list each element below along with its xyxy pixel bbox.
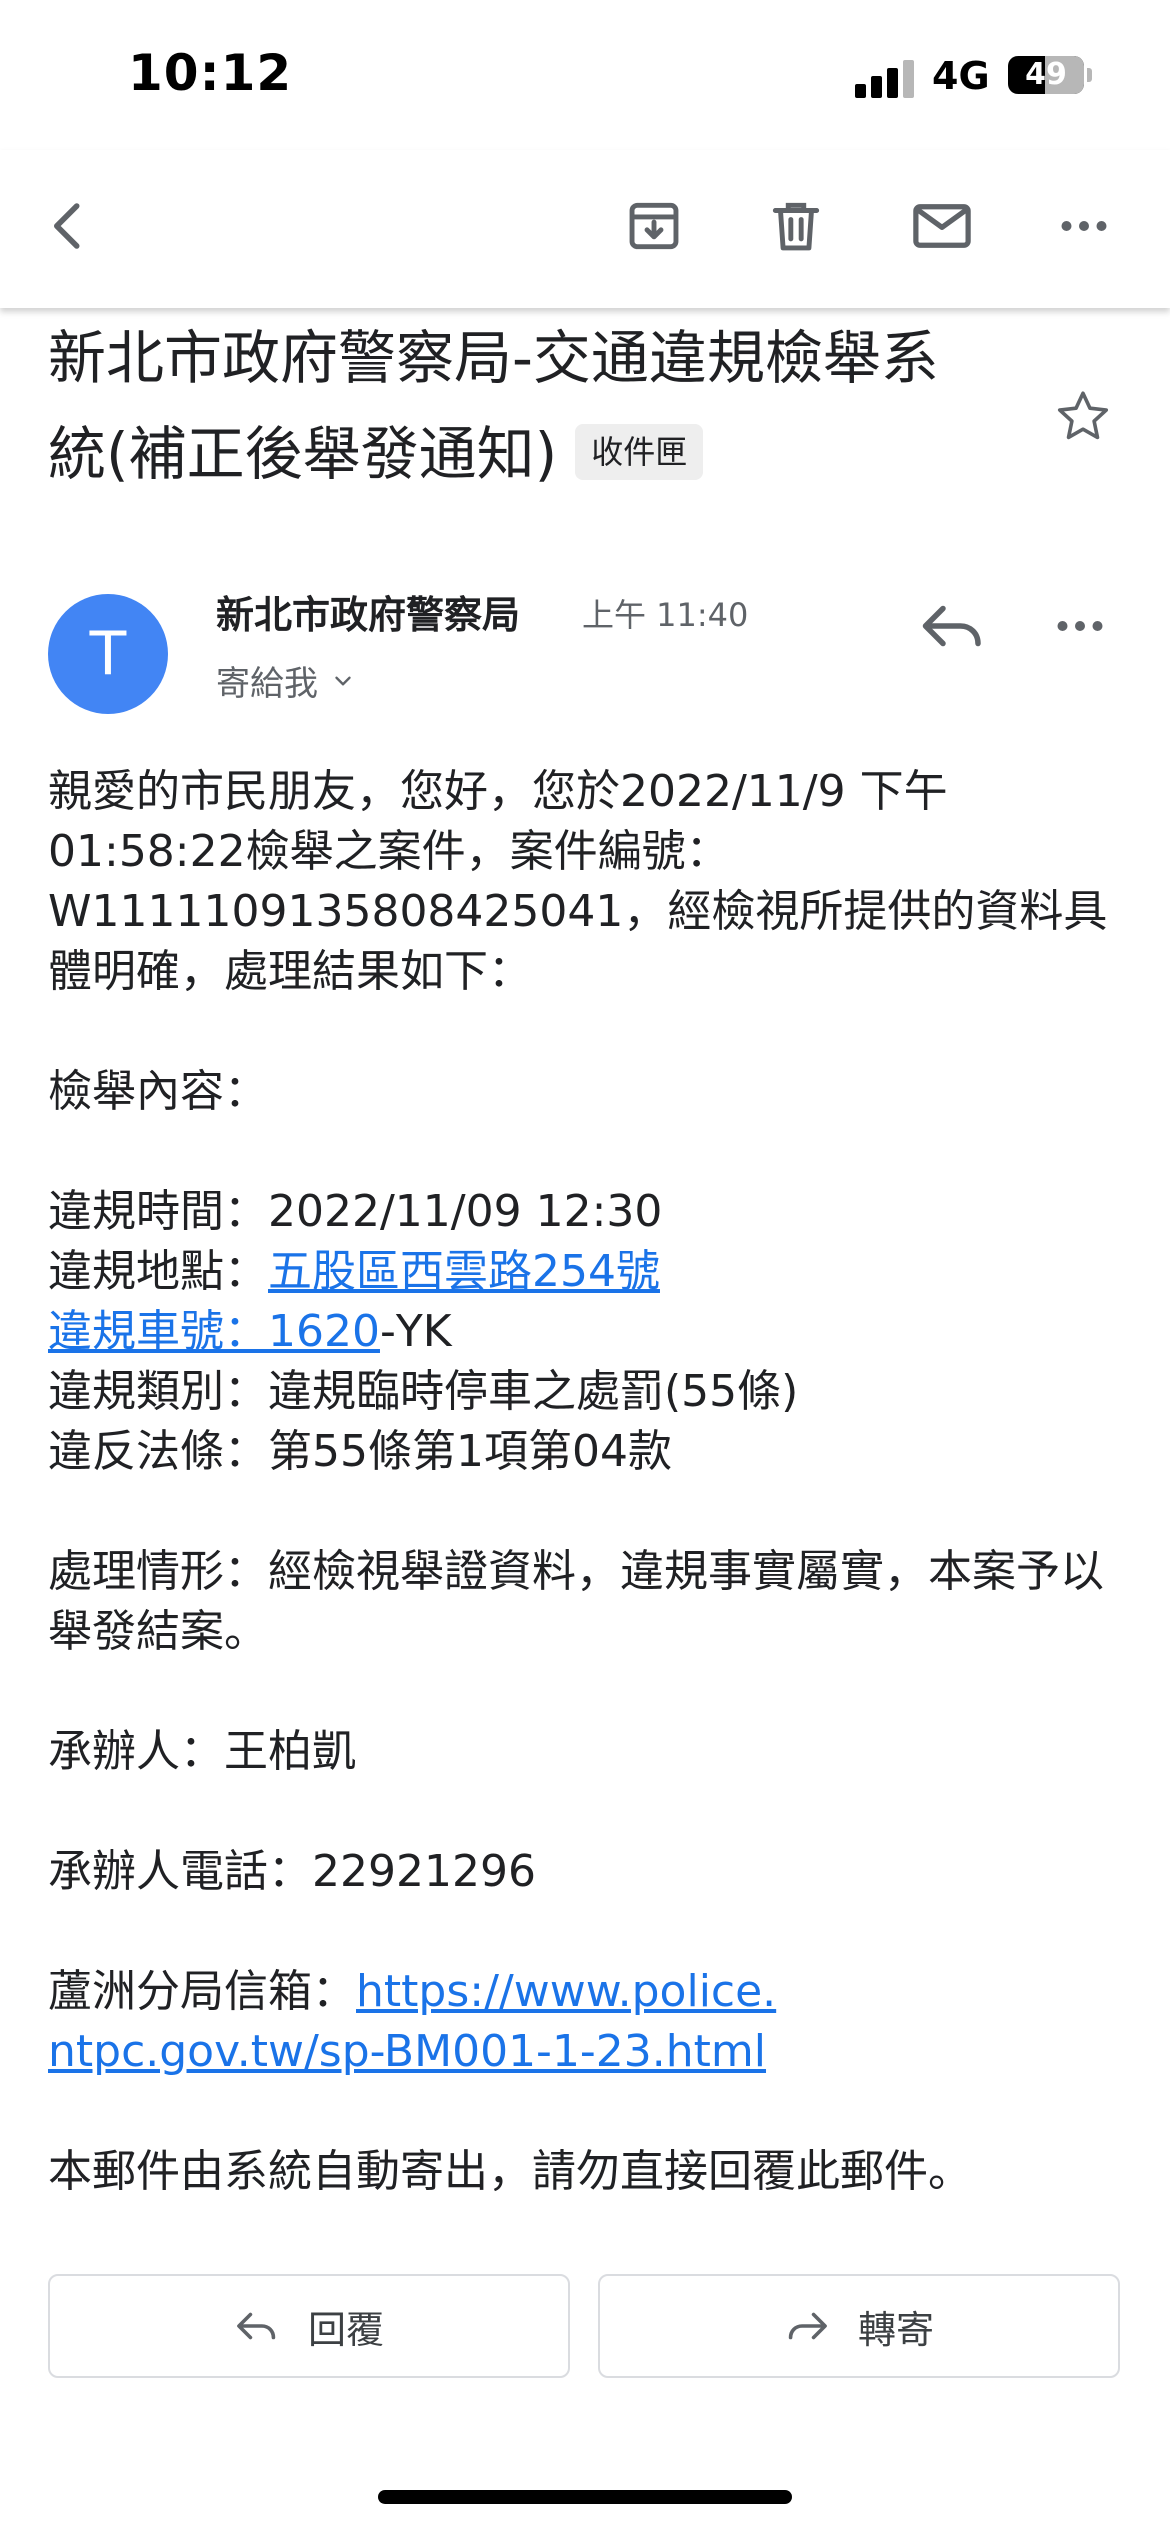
chevron-down-icon [335, 676, 351, 685]
mailbox-label: 蘆洲分局信箱： [48, 1966, 356, 2017]
quick-reply-button[interactable] [918, 596, 994, 660]
email-toolbar [0, 150, 1170, 308]
status-time: 10:12 [128, 44, 293, 102]
archive-button[interactable] [614, 186, 694, 266]
sender-name[interactable]: 新北市政府警察局 [216, 584, 520, 639]
reply-icon [922, 605, 981, 647]
home-indicator[interactable] [378, 2490, 792, 2504]
reply-icon [237, 2312, 276, 2340]
back-button[interactable] [28, 186, 108, 266]
violation-plate: 違規車號：1620-YK [48, 1302, 1128, 1362]
trash-icon [772, 202, 820, 251]
star-button[interactable] [1052, 386, 1114, 448]
star-icon [1057, 391, 1109, 440]
footer-note: 本郵件由系統自動寄出，請勿直接回覆此郵件。 [48, 2146, 972, 2197]
handling-result: 處理情形：經檢視舉證資料，違規事實屬實，本案予以舉發結案。 [48, 1546, 1104, 1657]
cellular-signal-icon [855, 60, 915, 98]
forward-button[interactable]: 轉寄 [598, 2274, 1120, 2378]
network-type: 4G [932, 54, 990, 98]
reply-button-label: 回覆 [307, 2307, 384, 2352]
recipient-text: 寄給我 [216, 664, 318, 704]
body-section-title: 檢舉內容： [48, 1066, 268, 1117]
sent-time: 上午 11:40 [582, 596, 749, 634]
battery-level: 49 [1025, 57, 1067, 92]
mailbox-line: 蘆洲分局信箱：https://www.police. ntpc.gov.tw/sp… [48, 1962, 1128, 2082]
mailbox-link-part-1[interactable]: https://www.police. [356, 1966, 776, 2017]
plate-link[interactable]: 違規車號：1620 [48, 1306, 380, 1357]
officer-name: 承辦人：王柏凱 [48, 1726, 356, 1777]
chevron-left-icon [54, 203, 80, 249]
location-label: 違規地點： [48, 1246, 268, 1297]
forward-button-label: 轉寄 [857, 2307, 934, 2352]
location-link[interactable]: 五股區西雲路254號 [268, 1246, 660, 1297]
more-options-button[interactable] [1044, 186, 1124, 266]
more-horizontal-icon [1061, 221, 1107, 231]
violation-category: 違規類別：違規臨時停車之處罰(55條) [48, 1366, 799, 1417]
delete-button[interactable] [756, 186, 836, 266]
email-body: 親愛的市民朋友，您好，您於2022/11/9 下午01:58:22檢舉之案件，案… [48, 762, 1128, 2202]
more-horizontal-icon [1057, 621, 1103, 631]
plate-suffix: -YK [379, 1306, 452, 1357]
mark-unread-button[interactable] [902, 186, 982, 266]
archive-icon [629, 202, 679, 250]
subject-text: 新北市政府警察局-交通違規檢舉系統(補正後舉發通知) [48, 324, 939, 488]
message-more-button[interactable] [1050, 596, 1122, 660]
body-intro: 親愛的市民朋友，您好，您於2022/11/9 下午01:58:22檢舉之案件，案… [48, 766, 1108, 997]
violation-time: 違規時間：2022/11/09 12:30 [48, 1186, 663, 1237]
inbox-label-badge[interactable]: 收件匣 [575, 423, 704, 480]
violation-law: 違反法條：第55條第1項第04款 [48, 1426, 672, 1477]
email-subject: 新北市政府警察局-交通違規檢舉系統(補正後舉發通知) 收件匣 [48, 310, 978, 502]
violation-location: 違規地點：五股區西雲路254號 [48, 1242, 1128, 1302]
status-bar: 10:12 4G 49 [0, 0, 1170, 150]
reply-button[interactable]: 回覆 [48, 2274, 570, 2378]
battery-cap [1087, 68, 1092, 82]
sender-avatar[interactable]: T [48, 594, 168, 714]
recipient-details-toggle[interactable]: 寄給我 [216, 656, 356, 705]
officer-phone: 承辦人電話：22921296 [48, 1846, 536, 1897]
mailbox-link-part-2[interactable]: ntpc.gov.tw/sp-BM001-1-23.html [48, 2026, 766, 2077]
mail-icon [913, 204, 971, 248]
battery-icon: 49 [1008, 56, 1084, 94]
forward-icon [788, 2312, 827, 2340]
